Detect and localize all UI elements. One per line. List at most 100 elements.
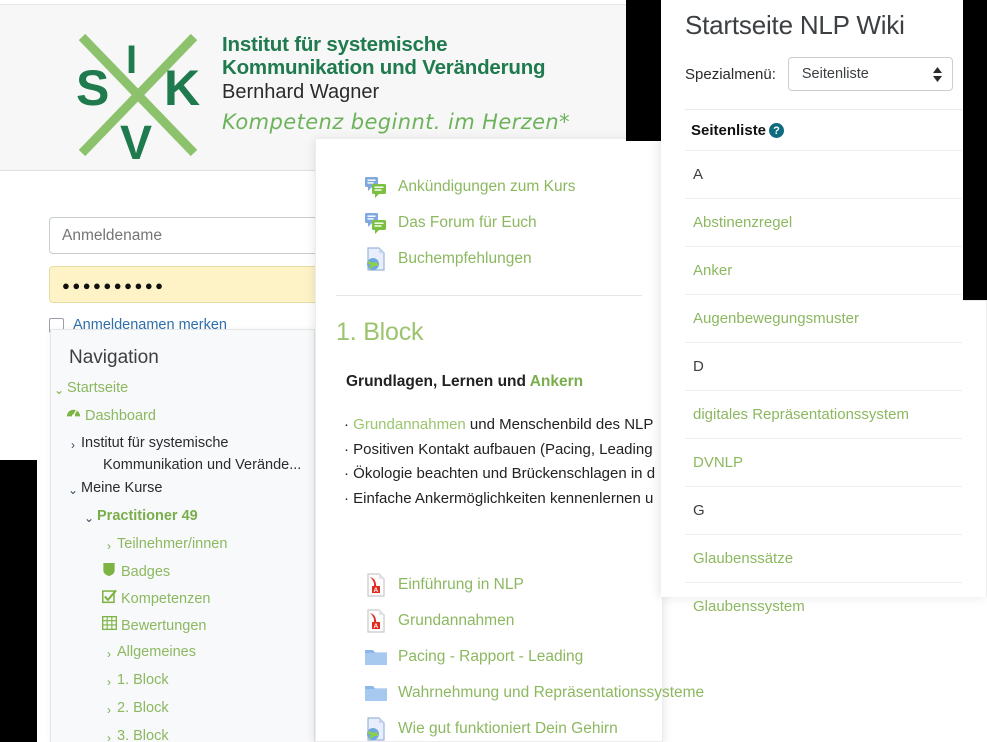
resource-label: Ankündigungen zum Kurs xyxy=(398,178,576,195)
course-resource-2[interactable]: Buchempfehlungen xyxy=(316,241,662,277)
wiki-page-link[interactable]: Glaubenssystem xyxy=(685,582,962,630)
chevron-down-icon[interactable]: ⌄ xyxy=(81,508,97,528)
nav-item-4[interactable]: ⌄ Practitioner 49 xyxy=(51,503,314,531)
svg-text:K: K xyxy=(164,60,200,116)
nav-item-5[interactable]: › Teilnehmer/innen xyxy=(51,531,314,559)
institute-slogan: Kompetenz beginnt. im Herzen* xyxy=(222,110,571,134)
chevron-down-icon[interactable]: ⌄ xyxy=(65,480,81,500)
forum-icon xyxy=(364,211,388,235)
folder-icon xyxy=(364,681,388,705)
course-file-4[interactable]: Wie gut funktioniert Dein Gehirn xyxy=(316,711,662,742)
institute-line-1: Institut für systemische xyxy=(222,33,448,56)
nav-item-11[interactable]: › 2. Block xyxy=(51,695,314,723)
course-file-0[interactable]: A Einführung in NLP xyxy=(316,567,662,603)
navigation-list: ⌄ Startseite Dashboard › Institut für syste… xyxy=(51,375,314,742)
grid-table-icon xyxy=(101,615,117,636)
nav-item-2[interactable]: › Institut für systemische xyxy=(51,430,314,458)
section-bullet-list: · Grundannahmen und Menschenbild des NLP… xyxy=(316,391,662,511)
help-icon[interactable]: ? xyxy=(769,123,785,138)
wiki-letter-heading: G xyxy=(685,486,962,534)
occluder-right xyxy=(963,0,987,300)
course-file-2[interactable]: Pacing - Rapport - Leading xyxy=(316,639,662,675)
nav-item-6[interactable]: Badges xyxy=(51,559,314,586)
bullet-line-2: · Ökologie beachten und Brückenschlagen … xyxy=(344,465,656,482)
resource-label: Wahrnehmung und Repräsentationssysteme xyxy=(398,684,705,701)
navigation-block: Navigation ⌄ Startseite Dashboard › Institu… xyxy=(50,329,315,742)
course-file-1[interactable]: A Grundannahmen xyxy=(316,603,662,639)
screenshot-stage: S I K V Institut für systemische Kommuni… xyxy=(0,0,987,742)
wiki-page-link[interactable]: Anker xyxy=(685,246,962,294)
nav-item-label: 3. Block xyxy=(117,728,169,742)
wiki-page-title: Startseite NLP Wiki xyxy=(685,10,905,40)
occluder-left xyxy=(0,460,37,742)
wiki-page-link[interactable]: Augenbewegungsmuster xyxy=(685,294,962,342)
wiki-subheading: Seitenliste xyxy=(691,122,767,139)
wiki-page-link[interactable]: Glaubenssätze xyxy=(685,534,962,582)
forum-icon xyxy=(364,175,388,199)
wiki-special-menu-row: Spezialmenü: Seitenliste xyxy=(661,41,986,91)
resource-label: Das Forum für Euch xyxy=(398,214,537,231)
svg-text:I: I xyxy=(126,38,137,82)
nav-item-label: 1. Block xyxy=(117,672,169,688)
chevron-updown-icon xyxy=(932,66,942,82)
nav-item-10[interactable]: › 1. Block xyxy=(51,667,314,695)
chevron-right-icon[interactable]: › xyxy=(101,728,117,742)
wiki-page-link[interactable]: digitales Repräsentationssystem xyxy=(685,390,962,438)
bullet-line-3: · Einfache Ankermöglichkeiten kennenlern… xyxy=(344,489,654,507)
checkbox-icon xyxy=(101,589,117,610)
navigation-title: Navigation xyxy=(69,347,159,368)
pdf-icon: A xyxy=(364,609,388,633)
course-resource-0[interactable]: Ankündigungen zum Kurs xyxy=(316,169,662,205)
section-subtitle-accent[interactable]: Ankern xyxy=(530,373,583,390)
nav-item-label: Badges xyxy=(121,564,171,580)
chevron-down-icon[interactable]: ⌄ xyxy=(51,380,67,400)
wiki-menu-label: Spezialmenü: xyxy=(685,65,776,83)
nav-item-9[interactable]: › Allgemeines xyxy=(51,639,314,667)
bullet-link[interactable]: Grundannahmen xyxy=(353,416,466,433)
nav-item-0[interactable]: ⌄ Startseite xyxy=(51,375,314,403)
nav-item-7[interactable]: Kompetenzen xyxy=(51,586,314,613)
chevron-right-icon[interactable]: › xyxy=(101,536,117,556)
nav-item-12[interactable]: › 3. Block xyxy=(51,723,314,742)
wiki-letter-heading: A xyxy=(685,150,962,198)
course-content-panel: Ankündigungen zum Kurs Das Forum für Euc… xyxy=(315,139,704,742)
nav-item-label: Institut für systemische xyxy=(81,435,229,451)
dashboard-icon xyxy=(65,406,81,427)
svg-text:A: A xyxy=(374,587,379,594)
wiki-letter-heading: D xyxy=(685,342,962,390)
bullet-line-0: · Grundannahmen und Menschenbild des NLP xyxy=(344,416,654,433)
course-resource-1[interactable]: Das Forum für Euch xyxy=(316,205,662,241)
chevron-right-icon[interactable]: › xyxy=(65,435,81,455)
nav-item-label: Bewertungen xyxy=(121,618,207,634)
nav-item-label: Kompetenzen xyxy=(121,591,211,607)
nav-item-3[interactable]: ⌄ Meine Kurse xyxy=(51,475,314,503)
nav-item-label: 2. Block xyxy=(117,700,169,716)
wiki-menu-selected-value: Seitenliste xyxy=(801,66,869,82)
wiki-page-link[interactable]: Abstinenzregel xyxy=(685,198,962,246)
background-rule xyxy=(963,300,987,301)
resource-label: Buchempfehlungen xyxy=(398,250,532,267)
wiki-menu-select[interactable]: Seitenliste xyxy=(787,57,953,91)
course-file-list: A Einführung in NLP A Grundannahmen Paci… xyxy=(316,511,704,742)
folder-icon xyxy=(364,645,388,669)
institute-owner: Bernhard Wagner xyxy=(222,81,380,103)
chevron-right-icon[interactable]: › xyxy=(101,672,117,692)
isk-logo-icon: S I K V xyxy=(76,33,200,165)
nav-item-1[interactable]: Dashboard xyxy=(51,403,314,430)
resource-label: Pacing - Rapport - Leading xyxy=(398,648,584,665)
site-title-text: Institut für systemische Kommunikation u… xyxy=(222,33,622,134)
resource-label: Wie gut funktioniert Dein Gehirn xyxy=(398,720,618,737)
url-globe-icon xyxy=(364,717,388,741)
wiki-page-list: A Abstinenzregel Anker Augenbewegungsmuster… xyxy=(685,150,962,630)
nav-item-label: Teilnehmer/innen xyxy=(117,536,228,552)
wiki-page-link[interactable]: DVNLP xyxy=(685,438,962,486)
chevron-right-icon[interactable]: › xyxy=(101,644,117,664)
chevron-right-icon[interactable]: › xyxy=(101,700,117,720)
course-file-3[interactable]: Wahrnehmung und Repräsentationssysteme xyxy=(316,675,704,711)
nav-item-label-continued: Kommunikation und Verände... xyxy=(103,457,302,473)
institute-line-2: Kommunikation und Veränderung xyxy=(222,56,546,79)
occluder-top-middle xyxy=(626,0,661,141)
section-subtitle-plain: Grundlagen, Lernen und xyxy=(346,373,530,390)
svg-text:A: A xyxy=(374,623,379,630)
nav-item-8[interactable]: Bewertungen xyxy=(51,613,314,639)
